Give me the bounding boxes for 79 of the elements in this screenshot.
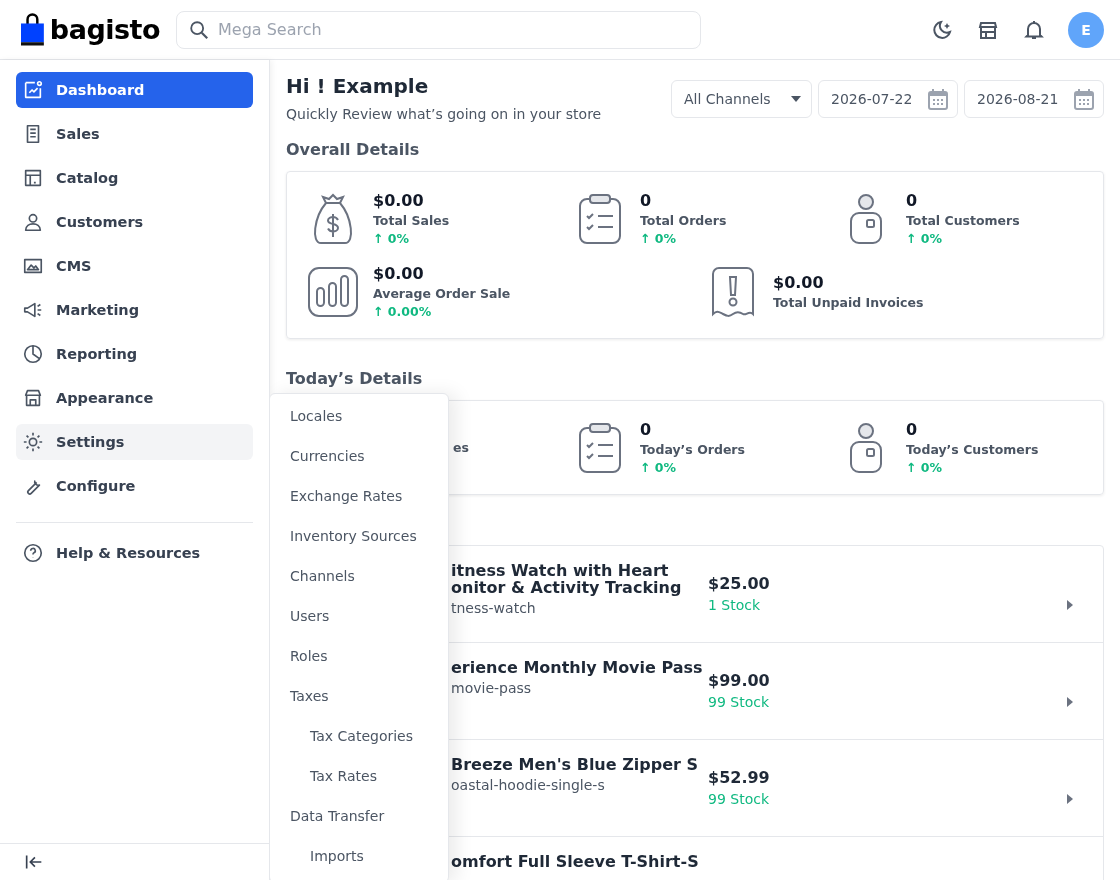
clipboard-icon bbox=[578, 192, 622, 245]
stat-label: Total Sales bbox=[373, 213, 450, 228]
search-icon bbox=[188, 18, 210, 41]
stat-label: es bbox=[453, 440, 469, 455]
stat-label: Today’s Orders bbox=[640, 442, 745, 457]
stat-value: 0 bbox=[640, 191, 653, 210]
submenu-item[interactable]: Locales bbox=[270, 396, 448, 436]
menu-item-icon bbox=[22, 387, 44, 409]
sidebar-item[interactable]: Customers bbox=[16, 204, 253, 240]
sidebar-item[interactable]: Catalog bbox=[16, 160, 253, 196]
clipboard-icon bbox=[578, 421, 622, 474]
product-price: $52.99 bbox=[708, 768, 771, 787]
caret-icon bbox=[1067, 794, 1073, 804]
stat-label: Today’s Customers bbox=[906, 442, 1039, 457]
receipt-icon bbox=[711, 265, 755, 318]
product-sku: tness-watch bbox=[451, 600, 537, 616]
product-name: Breeze Men's Blue Zipper S bbox=[451, 756, 699, 773]
stat-label: Average Order Sale bbox=[373, 286, 511, 301]
product-name: itness Watch with Heart onitor & Activity Tracking bbox=[451, 562, 683, 596]
date-field[interactable]: 2026-08-21 bbox=[964, 80, 1104, 118]
greeting-title: Hi ! Example bbox=[286, 73, 430, 100]
stat-label: Total Orders bbox=[640, 213, 727, 228]
caret-icon bbox=[791, 96, 801, 102]
help-icon bbox=[22, 542, 44, 564]
stat-change: ↑ 0% bbox=[373, 231, 411, 246]
channel-dropdown[interactable]: All Channels bbox=[671, 80, 812, 118]
stat-change: ↑ 0% bbox=[906, 231, 944, 246]
sidebar-item[interactable]: Marketing bbox=[16, 292, 253, 328]
sidebar-item[interactable]: Settings bbox=[16, 424, 253, 460]
product-sku: oastal-hoodie-single-s bbox=[451, 777, 606, 793]
date-field[interactable]: 2026-07-22 bbox=[818, 80, 958, 118]
sidebar-item[interactable]: Reporting bbox=[16, 336, 253, 372]
product-stock: 1 Stock bbox=[708, 597, 762, 613]
logo-text: bagisto bbox=[49, 14, 160, 45]
sidebar-item[interactable]: Dashboard bbox=[16, 72, 253, 108]
caret-icon bbox=[1067, 600, 1073, 610]
submenu-item[interactable]: Currencies bbox=[270, 436, 448, 476]
product-price: $25.00 bbox=[708, 574, 771, 593]
person-icon bbox=[849, 421, 883, 474]
stat-value: $0.00 bbox=[373, 191, 425, 210]
stat-label: Total Customers bbox=[906, 213, 1020, 228]
product-sku: movie-pass bbox=[451, 680, 533, 696]
product-stock: 99 Stock bbox=[708, 694, 770, 710]
stat-change: ↑ 0% bbox=[640, 460, 678, 475]
menu-item-icon bbox=[22, 211, 44, 233]
search-field[interactable]: Mega Search bbox=[176, 10, 701, 49]
submenu-item[interactable]: Exchange Rates bbox=[270, 476, 448, 516]
greeting-subtitle: Quickly Review what’s going on in your store bbox=[286, 106, 602, 122]
stat-value: 0 bbox=[906, 191, 919, 210]
stat-change: ↑ 0% bbox=[640, 231, 678, 246]
person-icon bbox=[849, 192, 883, 245]
section-title: Today’s Details bbox=[286, 369, 424, 388]
stat-value: 0 bbox=[906, 420, 919, 439]
bar-chart-icon bbox=[307, 265, 359, 318]
section-title: Overall Details bbox=[286, 140, 421, 159]
sidebar-item[interactable]: CMS bbox=[16, 248, 253, 284]
menu-item-icon bbox=[22, 431, 44, 453]
sidebar-item[interactable]: Sales bbox=[16, 116, 253, 152]
menu-item-icon bbox=[22, 343, 44, 365]
product-name: omfort Full Sleeve T-Shirt-S bbox=[451, 853, 700, 870]
calendar-icon bbox=[928, 88, 948, 110]
sidebar-item[interactable]: Appearance bbox=[16, 380, 253, 416]
help-link[interactable]: Help & Resources bbox=[16, 535, 253, 571]
product-stock: 99 Stock bbox=[708, 791, 770, 807]
menu-item-icon bbox=[22, 167, 44, 189]
product-price: $99.00 bbox=[708, 671, 771, 690]
stat-value: 0 bbox=[640, 420, 653, 439]
menu-item-icon bbox=[22, 79, 44, 101]
stat-value: $0.00 bbox=[773, 273, 825, 292]
submenu-item[interactable]: Imports bbox=[270, 836, 448, 876]
stat-label: Total Unpaid Invoices bbox=[773, 295, 924, 310]
caret-icon bbox=[1067, 697, 1073, 707]
stat-change: ↑ 0.00% bbox=[373, 304, 433, 319]
calendar-icon bbox=[1074, 88, 1094, 110]
product-name: erience Monthly Movie Pass bbox=[451, 659, 704, 676]
stat-value: $0.00 bbox=[373, 264, 425, 283]
sidebar-item[interactable]: Configure bbox=[16, 468, 253, 504]
stat-change: ↑ 0% bbox=[906, 460, 944, 475]
shopping-bag-icon bbox=[21, 10, 44, 49]
